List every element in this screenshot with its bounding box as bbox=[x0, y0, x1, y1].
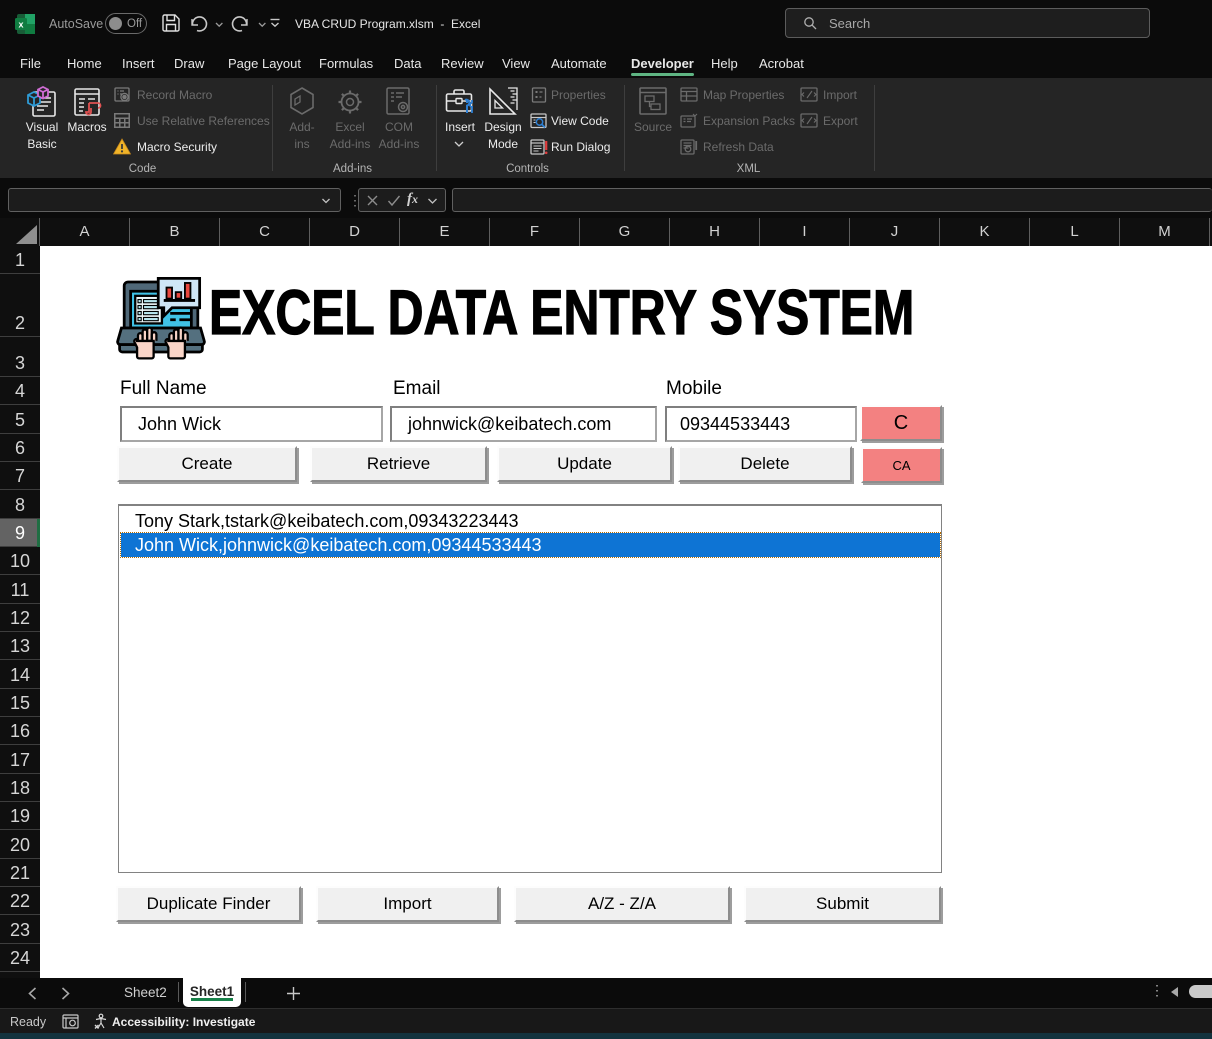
svg-text:x: x bbox=[18, 20, 23, 30]
